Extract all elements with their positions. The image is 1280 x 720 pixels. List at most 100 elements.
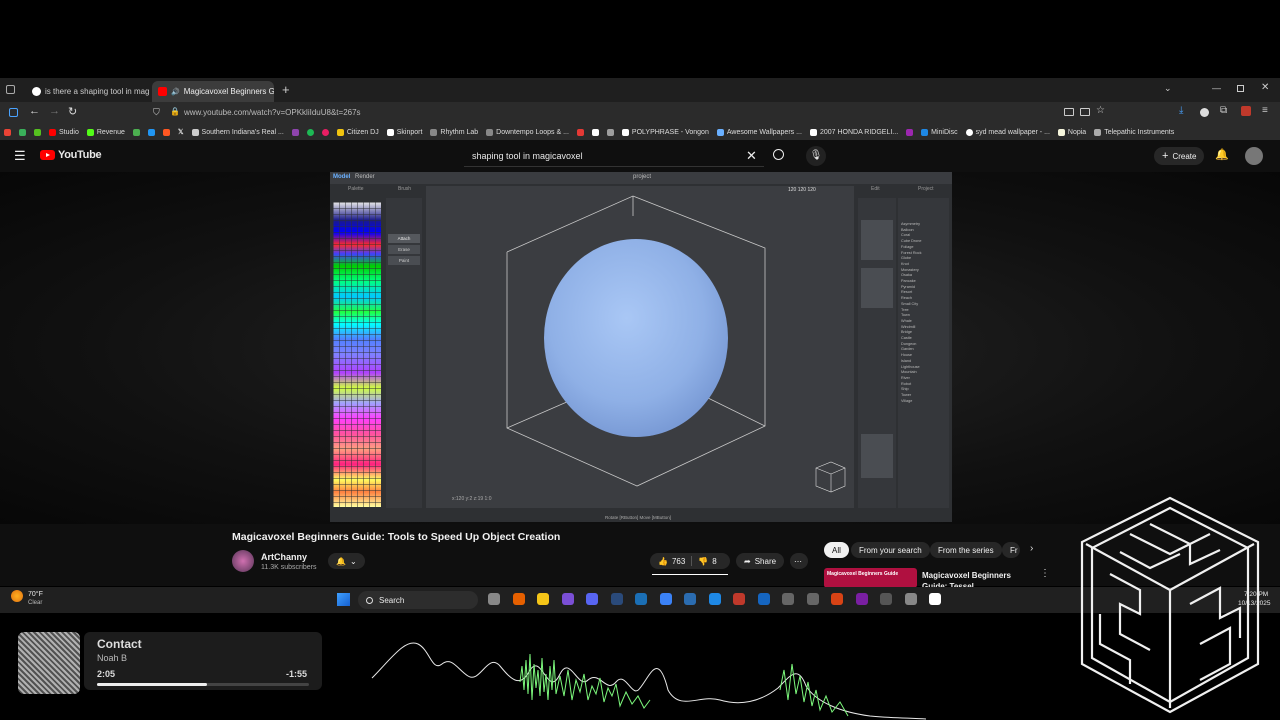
tab-inactive[interactable]: is there a shaping tool in magic ✕ — [26, 81, 150, 102]
screenshot-icon[interactable] — [1080, 108, 1090, 116]
maximize-button[interactable] — [1237, 85, 1244, 92]
url-field[interactable]: www.youtube.com/watch?v=OPKkliIduU8&t=26… — [184, 108, 361, 117]
youtube-logo[interactable]: YouTube — [40, 149, 102, 161]
puzzle-icon[interactable]: ⧉ — [1220, 105, 1227, 116]
share-button[interactable]: ➦ Share — [736, 553, 785, 569]
sidebar-video-title[interactable]: Magicavoxel Beginners Guide: Tessel — [922, 570, 1032, 588]
bookmark-icon[interactable] — [603, 128, 618, 136]
chips-next-icon[interactable]: › — [1030, 543, 1033, 554]
bookmark-revenue[interactable]: Revenue — [83, 128, 129, 136]
taskbar-app-icon[interactable] — [929, 593, 941, 605]
bookmark-studio[interactable]: Studio — [45, 128, 83, 136]
sidebar-more-icon[interactable]: ⋮ — [1040, 568, 1050, 579]
taskbar-search[interactable]: Search — [358, 591, 478, 609]
bookmark-icon[interactable] — [15, 128, 30, 136]
bookmark-icon[interactable] — [573, 128, 588, 136]
new-tab-button[interactable]: + — [282, 82, 290, 97]
profile-icon[interactable] — [1241, 106, 1251, 116]
bookmark-icon[interactable] — [144, 128, 159, 136]
like-button[interactable]: 👍 763 — [658, 557, 685, 566]
bookmark-star-icon[interactable]: ☆ — [1096, 105, 1105, 116]
menu-icon[interactable]: ≡ — [1262, 105, 1268, 116]
bookmark-icon[interactable] — [159, 128, 174, 136]
clear-search-icon[interactable]: ✕ — [746, 148, 757, 164]
taskbar-app-icon[interactable] — [684, 593, 696, 605]
bookmark-rhythm-lab[interactable]: Rhythm Lab — [426, 128, 482, 136]
mv-project-item[interactable]: Village — [901, 399, 921, 405]
bookmark-skinport[interactable]: Skinport — [383, 128, 427, 136]
taskbar-app-icon[interactable] — [880, 593, 892, 605]
sidebar-icon[interactable] — [9, 108, 18, 117]
reader-view-icon[interactable] — [1064, 108, 1074, 116]
create-button[interactable]: + Create — [1154, 147, 1205, 165]
taskbar-app-icon[interactable] — [733, 593, 745, 605]
bookmark-southern-indiana[interactable]: Southern Indiana's Real ... — [188, 128, 288, 136]
mv-paint-button[interactable]: Paint — [388, 256, 420, 265]
mv-erase-button[interactable]: Erase — [388, 245, 420, 254]
minimize-button[interactable]: — — [1212, 83, 1221, 93]
bookmark-icon[interactable] — [902, 128, 917, 136]
weather-icon[interactable] — [11, 590, 23, 602]
search-input[interactable]: shaping tool in magicavoxel — [464, 145, 764, 167]
taskbar-app-icon[interactable] — [610, 593, 623, 605]
chip-all[interactable]: All — [824, 542, 849, 558]
notifications-bell-icon[interactable]: 🔔 — [1215, 148, 1229, 161]
taskbar-app-icon[interactable] — [831, 593, 843, 605]
extension-icon[interactable] — [1200, 108, 1209, 117]
sidebar-thumbnail[interactable]: Magicavoxel Beginners Guide — [824, 568, 917, 588]
chip-from-series[interactable]: From the series — [930, 542, 1002, 558]
bookmark-telepathic[interactable]: Telepathic Instruments — [1090, 128, 1178, 136]
taskbar-app-icon[interactable] — [512, 593, 525, 605]
subscribe-bell-button[interactable]: 🔔 ⌄ — [328, 553, 365, 569]
bookmark-icon[interactable] — [303, 128, 318, 136]
bookmark-downtempo[interactable]: Downtempo Loops & ... — [482, 128, 573, 136]
reload-icon[interactable]: ↻ — [68, 105, 77, 118]
bookmark-honda[interactable]: 2007 HONDA RIDGELI... — [806, 128, 902, 136]
mv-tab-render[interactable]: Render — [355, 174, 375, 180]
mv-palette[interactable] — [333, 202, 381, 507]
taskbar-app-icon[interactable] — [757, 593, 770, 605]
taskbar-app-icon[interactable] — [537, 593, 549, 605]
taskbar-app-icon[interactable] — [904, 593, 917, 605]
bookmark-minidisc[interactable]: MiniDisc — [917, 128, 961, 136]
bookmark-x[interactable]: 𝕏 — [174, 128, 188, 136]
channel-name[interactable]: ArtChanny — [261, 552, 307, 562]
mv-project-item[interactable]: Cube Drone — [901, 239, 921, 245]
bookmark-icon[interactable] — [288, 128, 303, 136]
bookmark-awesome-wallpapers[interactable]: Awesome Wallpapers ... — [713, 128, 806, 136]
mv-attach-button[interactable]: Attach — [388, 234, 420, 243]
progress-track[interactable] — [97, 683, 309, 686]
bookmark-icon[interactable] — [318, 128, 333, 136]
taskbar-app-icon[interactable] — [708, 593, 721, 605]
taskbar-app-icon[interactable] — [782, 593, 794, 605]
mv-project-item[interactable]: Asymmetry — [901, 222, 921, 228]
taskbar-app-icon[interactable] — [855, 593, 868, 605]
chip-from-search[interactable]: From your search — [851, 542, 930, 558]
bookmark-nopia[interactable]: Nopia — [1054, 128, 1090, 136]
search-icon[interactable] — [773, 149, 784, 160]
more-actions-button[interactable]: ⋯ — [790, 553, 808, 569]
taskbar-app-icon[interactable] — [635, 593, 647, 605]
forward-icon[interactable]: → — [49, 105, 60, 117]
chip-truncated[interactable]: Fr — [1002, 542, 1020, 558]
bookmark-citizen-dj[interactable]: Citizen DJ — [333, 128, 383, 136]
bookmark-icon[interactable] — [588, 128, 603, 136]
avatar[interactable] — [1245, 147, 1263, 165]
bookmark-polyphrase[interactable]: POLYPHRASE - Vongon — [618, 128, 713, 136]
voice-search-button[interactable]: 🎙 — [806, 146, 826, 166]
taskbar-app-icon[interactable] — [586, 593, 598, 605]
taskbar-app-icon[interactable] — [561, 593, 574, 605]
tab-list-chevron-icon[interactable]: ⌄ — [1164, 83, 1172, 94]
bookmark-syd-mead[interactable]: syd mead wallpaper - ... — [962, 128, 1054, 136]
taskbar-app-icon[interactable] — [659, 593, 672, 605]
mv-viewport[interactable]: 120 120 120 x:120 y:2 z:19 1:0 — [426, 186, 854, 508]
start-button[interactable] — [337, 593, 350, 606]
taskbar-app-icon[interactable] — [488, 593, 500, 605]
dislike-button[interactable]: 👎 8 — [698, 557, 716, 566]
downloads-icon[interactable]: ⤓ — [1179, 105, 1183, 116]
mv-tab-model[interactable]: Model — [333, 174, 350, 180]
close-window-button[interactable]: ✕ — [1261, 82, 1269, 93]
tab-actions-icon[interactable] — [6, 85, 15, 94]
tab-active[interactable]: 🔊 Magicavoxel Beginners Gui ✕ — [152, 81, 274, 102]
bookmark-icon[interactable] — [129, 128, 144, 136]
